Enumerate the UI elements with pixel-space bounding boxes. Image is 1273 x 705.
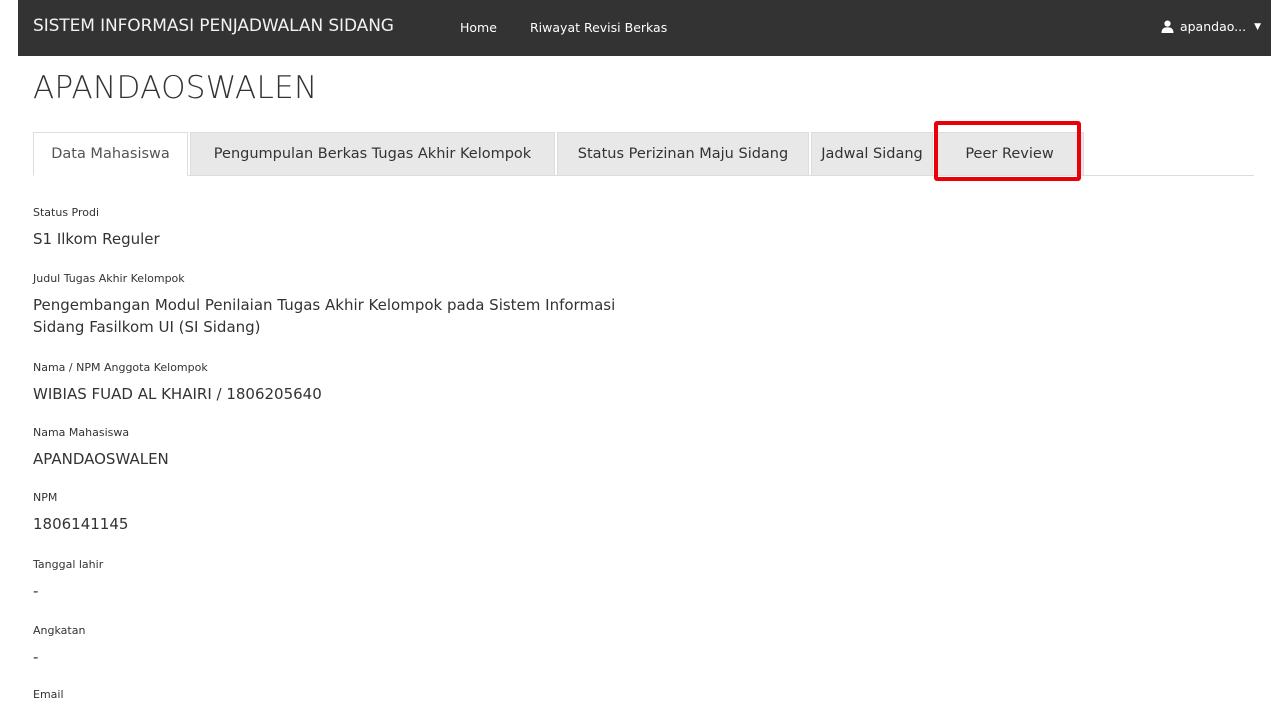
field-value: S1 Ilkom Reguler <box>33 230 160 248</box>
field-value: - <box>33 582 39 600</box>
nav-link-home[interactable]: Home <box>460 20 497 35</box>
tab-jadwal-sidang[interactable]: Jadwal Sidang <box>811 132 933 175</box>
field-label: Judul Tugas Akhir Kelompok <box>33 272 185 285</box>
top-navbar: SISTEM INFORMASI PENJADWALAN SIDANG Home… <box>18 0 1271 56</box>
field-nama-mahasiswa: Nama Mahasiswa APANDAOSWALEN <box>33 426 653 470</box>
field-label: Nama / NPM Anggota Kelompok <box>33 361 208 374</box>
tab-pengumpulan-berkas[interactable]: Pengumpulan Berkas Tugas Akhir Kelompok <box>190 132 555 175</box>
page-title: APANDAOSWALEN <box>33 70 318 106</box>
caret-down-icon: ▼ <box>1254 21 1261 32</box>
field-label: Nama Mahasiswa <box>33 426 130 439</box>
field-value: WIBIAS FUAD AL KHAIRI / 1806205640 <box>33 385 322 403</box>
field-label: NPM <box>33 491 58 504</box>
nav-link-riwayat-revisi[interactable]: Riwayat Revisi Berkas <box>530 20 667 35</box>
field-value: 1806141145 <box>33 515 129 533</box>
field-status-prodi: Status Prodi S1 Ilkom Reguler <box>33 206 653 250</box>
field-email: Email <box>33 688 64 702</box>
tab-peer-review[interactable]: Peer Review <box>935 132 1084 175</box>
user-icon <box>1161 20 1174 33</box>
field-npm: NPM 1806141145 <box>33 491 653 535</box>
tab-data-mahasiswa[interactable]: Data Mahasiswa <box>33 132 188 176</box>
user-name: apandao... <box>1179 19 1247 34</box>
tab-status-perizinan[interactable]: Status Perizinan Maju Sidang <box>557 132 809 175</box>
field-value: Pengembangan Modul Penilaian Tugas Akhir… <box>33 296 616 336</box>
tab-bar: Data Mahasiswa Pengumpulan Berkas Tugas … <box>33 132 1254 176</box>
app-brand[interactable]: SISTEM INFORMASI PENJADWALAN SIDANG <box>33 16 394 36</box>
field-label: Status Prodi <box>33 206 100 219</box>
user-menu[interactable]: apandao... ▼ <box>1161 19 1261 34</box>
field-label: Tanggal lahir <box>33 558 104 571</box>
field-tanggal-lahir: Tanggal lahir - <box>33 558 653 602</box>
field-anggota-kelompok: Nama / NPM Anggota Kelompok WIBIAS FUAD … <box>33 361 653 405</box>
field-label: Angkatan <box>33 624 86 637</box>
field-value: - <box>33 648 39 666</box>
field-label: Email <box>33 688 64 701</box>
field-judul-tugas-akhir: Judul Tugas Akhir Kelompok Pengembangan … <box>33 272 653 338</box>
field-value: APANDAOSWALEN <box>33 450 169 468</box>
field-angkatan: Angkatan - <box>33 624 653 668</box>
